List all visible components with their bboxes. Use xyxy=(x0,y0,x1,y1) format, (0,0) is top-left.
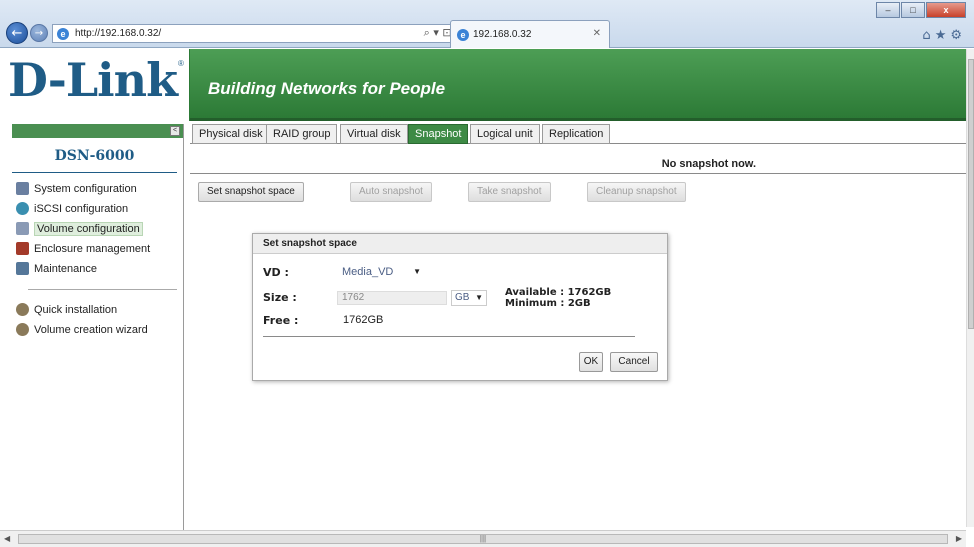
take-snapshot-button[interactable]: Take snapshot xyxy=(468,182,551,202)
window-controls: – □ x xyxy=(875,2,966,18)
status-message: No snapshot now. xyxy=(661,158,756,170)
sidebar-item-volume-creation-wizard[interactable]: Volume creation wizard xyxy=(12,322,183,342)
registered-mark-icon: ® xyxy=(178,59,184,68)
sidebar-item-enclosure-management[interactable]: Enclosure management xyxy=(12,241,183,261)
collapse-sidebar-icon[interactable]: < xyxy=(170,126,180,136)
auto-snapshot-button[interactable]: Auto snapshot xyxy=(350,182,432,202)
address-url[interactable]: http://192.168.0.32/ xyxy=(75,28,161,39)
logo-area: D-Link ® xyxy=(0,49,190,121)
window-close-button[interactable]: x xyxy=(926,2,966,18)
forward-button[interactable]: → xyxy=(30,24,48,42)
scroll-right-icon[interactable]: ▶ xyxy=(956,534,962,543)
ok-button[interactable]: OK xyxy=(579,352,603,372)
favorites-star-icon[interactable]: ★ xyxy=(935,28,951,43)
sidebar-item-label: System configuration xyxy=(34,183,137,195)
unit-select[interactable]: GB ▼ xyxy=(451,290,487,306)
free-label: Free : xyxy=(263,314,299,327)
chevron-down-icon: ▼ xyxy=(413,267,421,276)
home-icon[interactable]: ⌂ xyxy=(922,28,934,43)
minimum-text: Minimum : 2GB xyxy=(505,298,591,309)
settings-gear-icon[interactable]: ⚙ xyxy=(950,28,966,43)
page-banner: D-Link ® Building Networks for People xyxy=(0,49,966,121)
server-icon xyxy=(16,182,29,195)
tab-virtual-disk[interactable]: Virtual disk xyxy=(340,124,408,144)
sidebar-divider xyxy=(28,289,177,290)
sidebar-item-label: Enclosure management xyxy=(34,243,151,255)
ie-page-icon: e xyxy=(57,28,69,40)
sidebar-item-maintenance[interactable]: Maintenance xyxy=(12,261,183,281)
vd-label: VD : xyxy=(263,266,289,279)
vertical-scrollbar[interactable] xyxy=(966,49,974,527)
tab-logical-unit[interactable]: Logical unit xyxy=(470,124,540,144)
dialog-title: Set snapshot space xyxy=(253,234,667,254)
free-value: 1762GB xyxy=(343,314,384,326)
size-input[interactable]: 1762 xyxy=(337,291,447,305)
toolbox-icon xyxy=(16,262,29,275)
wizard-icon xyxy=(16,303,29,316)
browser-tab[interactable]: e 192.168.0.32 ✕ xyxy=(450,20,610,48)
tab-close-icon[interactable]: ✕ xyxy=(593,28,601,39)
back-button[interactable]: ← xyxy=(6,22,28,44)
sidebar-item-label: Volume configuration xyxy=(34,222,143,236)
slogan: Building Networks for People xyxy=(208,79,446,98)
sidebar-item-label: iSCSI configuration xyxy=(34,203,129,215)
tab-replication[interactable]: Replication xyxy=(542,124,611,144)
disk-icon xyxy=(16,222,29,235)
vd-select-value: Media_VD xyxy=(342,266,394,278)
sidebar-item-iscsi-configuration[interactable]: iSCSI configuration xyxy=(12,201,183,221)
enclosure-icon xyxy=(16,242,29,255)
status-row: No snapshot now. xyxy=(190,146,966,174)
sidebar-item-label: Quick installation xyxy=(34,304,118,316)
unit-select-value: GB xyxy=(455,292,470,303)
scroll-left-icon[interactable]: ◀ xyxy=(4,534,10,543)
volume-tabs: Physical disk RAID group Virtual disk Sn… xyxy=(190,124,966,144)
globe-icon xyxy=(16,202,29,215)
browser-toolbar-icons: ⌂★⚙ xyxy=(922,28,966,43)
sidebar-item-system-configuration[interactable]: System configuration xyxy=(12,181,183,201)
sidebar-header: < xyxy=(12,124,183,138)
capacity-info: Available : 1762GB Minimum : 2GB xyxy=(505,287,611,309)
chevron-down-icon: ▼ xyxy=(475,293,483,302)
tab-raid-group[interactable]: RAID group xyxy=(266,124,338,144)
wizard-icon xyxy=(16,323,29,336)
cleanup-snapshot-button[interactable]: Cleanup snapshot xyxy=(587,182,686,202)
ie-tab-icon: e xyxy=(457,29,469,41)
dlink-logo: D-Link xyxy=(8,53,178,107)
sidebar-item-volume-configuration[interactable]: Volume configuration xyxy=(12,221,183,241)
cancel-button[interactable]: Cancel xyxy=(610,352,658,372)
sidebar-item-label: Volume creation wizard xyxy=(34,324,148,336)
horizontal-scrollbar[interactable]: ◀ ||| ▶ xyxy=(0,530,966,547)
minimize-button[interactable]: – xyxy=(876,2,900,18)
device-name: DSN-6000 xyxy=(12,138,177,173)
address-bar[interactable]: e http://192.168.0.32/ ⌕ ▾ ⊡ ↻ ✕ xyxy=(52,24,484,43)
browser-chrome: ← → e http://192.168.0.32/ ⌕ ▾ ⊡ ↻ ✕ e 1… xyxy=(0,0,974,48)
vertical-scroll-thumb[interactable] xyxy=(968,59,974,329)
vd-select[interactable]: Media_VD ▼ xyxy=(341,264,423,280)
tab-physical-disk[interactable]: Physical disk xyxy=(192,124,270,144)
tab-snapshot[interactable]: Snapshot xyxy=(408,124,469,144)
set-snapshot-space-dialog: Set snapshot space VD : Media_VD ▼ Size … xyxy=(252,233,668,381)
dialog-divider xyxy=(263,336,635,337)
horizontal-scroll-thumb[interactable]: ||| xyxy=(18,534,948,544)
browser-tab-title: 192.168.0.32 xyxy=(473,29,532,40)
size-label: Size : xyxy=(263,291,297,304)
sidebar: < DSN-6000 System configuration iSCSI co… xyxy=(12,124,184,530)
set-snapshot-space-button[interactable]: Set snapshot space xyxy=(198,182,304,202)
available-text: Available : 1762GB xyxy=(505,287,612,298)
sidebar-item-quick-installation[interactable]: Quick installation xyxy=(12,302,183,322)
sidebar-item-label: Maintenance xyxy=(34,263,97,275)
maximize-button[interactable]: □ xyxy=(901,2,925,18)
sidebar-menu: System configuration iSCSI configuration… xyxy=(12,181,183,342)
